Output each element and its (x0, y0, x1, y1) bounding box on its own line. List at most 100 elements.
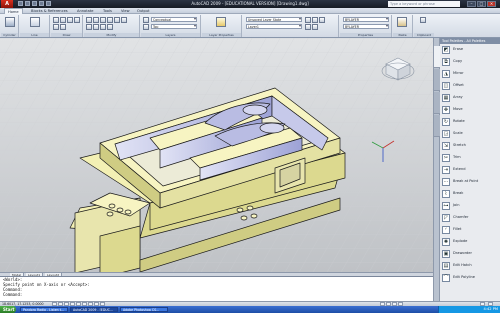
palette-item-erase[interactable]: ◩ Erase (441, 45, 499, 55)
mirror-icon: ◮ (442, 70, 450, 78)
palette-item-mirror[interactable]: ◮ Mirror (441, 69, 499, 79)
panel-clipboard: Clipboard (414, 15, 434, 37)
view-icon (143, 24, 149, 30)
mirror-icon[interactable] (114, 17, 120, 23)
palette-side-tab-draw[interactable] (434, 69, 440, 91)
erase-icon[interactable] (107, 24, 113, 30)
paste-icon[interactable] (397, 17, 407, 27)
linetype-select[interactable]: BYLAYER (343, 24, 389, 29)
palette-item-stretch[interactable]: ⇲ Stretch (441, 141, 499, 151)
layer-properties-icon[interactable] (216, 17, 226, 27)
copy-icon[interactable] (107, 17, 113, 23)
visual-style-icon (143, 17, 149, 23)
trim-icon: ✂ (442, 154, 450, 162)
view-select[interactable]: Top (151, 24, 197, 29)
viewport-canvas[interactable] (0, 38, 433, 272)
palette-side-tab-annotate[interactable] (434, 92, 440, 114)
panel-cylinder: Cylinder (1, 15, 19, 37)
stretch-icon[interactable] (86, 24, 92, 30)
windows-taskbar: Start Pandora Radio - Listen t... AutoCA… (0, 306, 500, 313)
taskbar-item-autocad[interactable]: AutoCAD 2009 - [EDUC... (70, 307, 118, 312)
trim-icon[interactable] (100, 17, 106, 23)
layer-select[interactable]: Layer1 (246, 24, 302, 29)
palette-item-break[interactable]: ⌇ Break (441, 189, 499, 199)
array-icon[interactable] (100, 24, 106, 30)
palette-item-scale[interactable]: ◲ Scale (441, 129, 499, 139)
taskbar-item-photoshop[interactable]: Adobe Photoshop CS... (120, 307, 168, 312)
palette-item-edit-polyline[interactable]: ⌒ Edit Polyline (441, 273, 499, 283)
palette-side-tab-tables[interactable] (434, 115, 440, 137)
stretch-icon: ⇲ (442, 142, 450, 150)
start-button[interactable]: Start (0, 306, 16, 313)
layer-state-select[interactable]: Unsaved Layer State (246, 17, 302, 22)
move-icon[interactable] (86, 17, 92, 23)
circle-icon[interactable] (60, 17, 66, 23)
palette-item-rotate[interactable]: ↻ Rotate (441, 117, 499, 127)
open-file-icon[interactable] (25, 1, 30, 6)
palette-item-fillet[interactable]: ◜ Fillet (441, 225, 499, 235)
minimize-button[interactable]: – (467, 1, 476, 7)
redo-icon[interactable] (46, 1, 51, 6)
panel-line: Line (20, 15, 50, 37)
palette-item-chamfer[interactable]: ◸ Chamfer (441, 213, 499, 223)
rotate-icon[interactable] (93, 17, 99, 23)
tool-palette: Tool Palettes - All Palettes ◩ Erase ⧉ Cop… (433, 38, 500, 301)
palette-item-move[interactable]: ✥ Move (441, 105, 499, 115)
palette-item-draworder[interactable]: ▣ Draworder (441, 249, 499, 259)
palette-item-copy[interactable]: ⧉ Copy (441, 57, 499, 67)
panel-layer-properties: Layer Properties (202, 15, 242, 37)
ribbon: Cylinder Line Draw Modify Conceptual Top… (0, 14, 500, 38)
palette-item-extend[interactable]: ⇥ Extend (441, 165, 499, 175)
cut-icon[interactable] (420, 17, 426, 23)
close-button[interactable]: × (487, 1, 496, 7)
panel-paste: Paste (393, 15, 413, 37)
arc-icon[interactable] (67, 17, 73, 23)
layer-iso-icon[interactable] (312, 24, 318, 30)
layer-off-icon[interactable] (319, 17, 325, 23)
undo-icon[interactable] (39, 1, 44, 6)
layer-match-icon[interactable] (305, 24, 311, 30)
scale-icon[interactable] (93, 24, 99, 30)
layer-freeze-icon[interactable] (305, 17, 311, 23)
maximize-button[interactable]: □ (477, 1, 486, 7)
panel-layers: Conceptual Top Layers (141, 15, 201, 37)
palette-item-array[interactable]: ▦ Array (441, 93, 499, 103)
command-line[interactable]: <World>: Specify point on X-axis or <Acc… (0, 276, 433, 301)
clock[interactable]: 4:42 PM (484, 307, 498, 312)
layer-lock-icon[interactable] (312, 17, 318, 23)
line-icon[interactable] (30, 17, 40, 27)
autocad-logo-icon[interactable]: A (1, 0, 13, 8)
palette-side-strip (434, 38, 440, 301)
new-file-icon[interactable] (18, 1, 23, 6)
palette-header[interactable]: Tool Palettes - All Palettes (440, 38, 500, 44)
ellipse-icon[interactable] (60, 24, 66, 30)
fillet-icon[interactable] (121, 17, 127, 23)
palette-item-offset[interactable]: ◫ Offset (441, 81, 499, 91)
color-select[interactable]: BYLAYER (343, 17, 389, 22)
polyline-icon[interactable] (53, 17, 59, 23)
taskbar-item-pandora[interactable]: Pandora Radio - Listen t... (20, 307, 68, 312)
save-icon[interactable] (32, 1, 37, 6)
palette-side-tab-modify[interactable] (434, 46, 440, 68)
explode-icon: ✺ (442, 238, 450, 246)
join-icon: ⊶ (442, 202, 450, 210)
cylinder-icon[interactable] (5, 17, 15, 27)
visual-style-select[interactable]: Conceptual (151, 17, 197, 22)
rotate-icon: ↻ (442, 118, 450, 126)
drawing-viewport[interactable] (0, 38, 433, 272)
command-prompt[interactable]: Command: (3, 292, 433, 297)
rectangle-icon[interactable] (74, 17, 80, 23)
scale-icon: ◲ (442, 130, 450, 138)
array-icon: ▦ (442, 94, 450, 102)
eraser-icon: ◩ (442, 46, 450, 54)
palette-item-trim[interactable]: ✂ Trim (441, 153, 499, 163)
panel-draw: Draw (51, 15, 83, 37)
copy-icon: ⧉ (442, 58, 450, 66)
palette-item-edit-hatch[interactable]: ▤ Edit Hatch (441, 261, 499, 271)
palette-item-explode[interactable]: ✺ Explode (441, 237, 499, 247)
palette-item-break-at-point[interactable]: ⋯ Break at Point (441, 177, 499, 187)
hatch-icon[interactable] (53, 24, 59, 30)
palette-item-join[interactable]: ⊶ Join (441, 201, 499, 211)
extend-icon: ⇥ (442, 166, 450, 174)
search-input[interactable]: Type a keyword or phrase (388, 1, 460, 7)
